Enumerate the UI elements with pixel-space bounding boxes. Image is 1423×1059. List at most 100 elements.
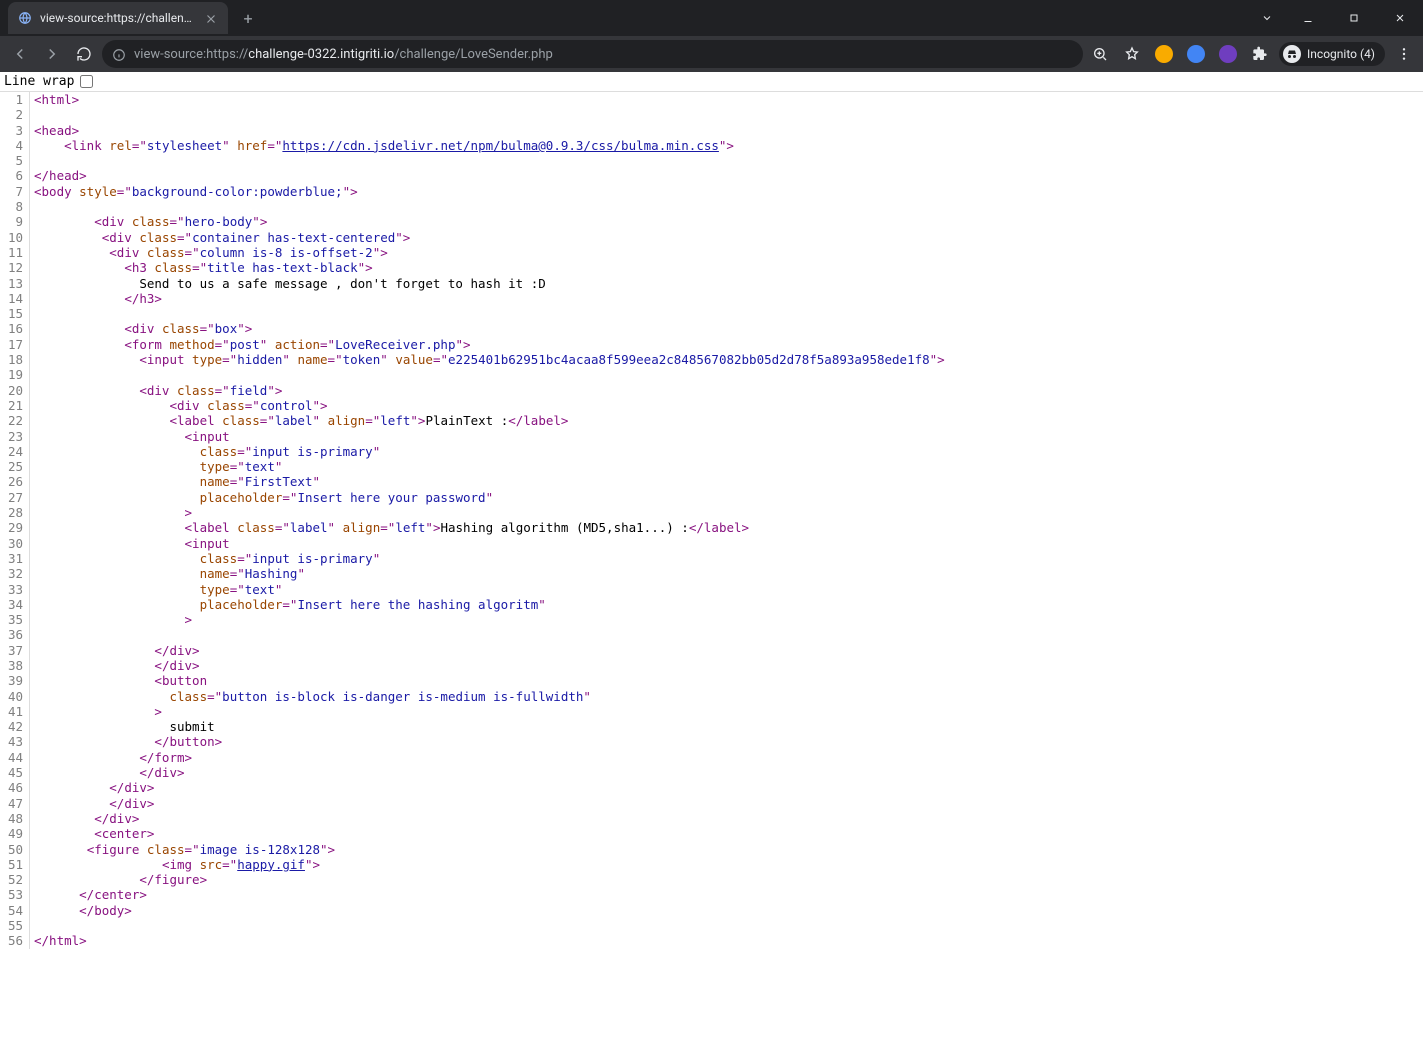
back-button[interactable]	[6, 40, 34, 68]
line-number: 2	[0, 107, 30, 122]
line-code[interactable]: </h3>	[30, 291, 1423, 306]
source-line: 23 <input	[0, 429, 1423, 444]
source-line: 15	[0, 306, 1423, 321]
maximize-button[interactable]	[1331, 0, 1377, 36]
line-code[interactable]: >	[30, 505, 1423, 520]
line-code[interactable]: >	[30, 704, 1423, 719]
menu-icon[interactable]	[1391, 41, 1417, 67]
zoom-icon[interactable]	[1087, 41, 1113, 67]
source-line: 11 <div class="column is-8 is-offset-2">	[0, 245, 1423, 260]
line-code[interactable]: <link rel="stylesheet" href="https://cdn…	[30, 138, 1423, 153]
line-number: 39	[0, 673, 30, 688]
source-line: 50 <figure class="image is-128x128">	[0, 842, 1423, 857]
browser-tab[interactable]: view-source:https://challenge-03	[8, 2, 228, 34]
line-code[interactable]: <label class="label" align="left">PlainT…	[30, 413, 1423, 428]
source-line: 20 <div class="field">	[0, 383, 1423, 398]
line-code[interactable]: <label class="label" align="left">Hashin…	[30, 520, 1423, 535]
line-code[interactable]: name="Hashing"	[30, 566, 1423, 581]
close-window-button[interactable]	[1377, 0, 1423, 36]
source-line: 34 placeholder="Insert here the hashing …	[0, 597, 1423, 612]
line-number: 30	[0, 536, 30, 551]
line-code[interactable]	[30, 107, 1423, 122]
line-number: 25	[0, 459, 30, 474]
line-code[interactable]: </div>	[30, 765, 1423, 780]
line-code[interactable]: submit	[30, 719, 1423, 734]
source-line: 42 submit	[0, 719, 1423, 734]
extension-cookie-icon[interactable]	[1151, 41, 1177, 67]
tab-close-icon[interactable]	[204, 11, 218, 25]
line-code[interactable]: class="input is-primary"	[30, 444, 1423, 459]
line-wrap-checkbox[interactable]	[80, 75, 93, 88]
extensions-puzzle-icon[interactable]	[1247, 41, 1273, 67]
line-code[interactable]: <button	[30, 673, 1423, 688]
line-code[interactable]: </center>	[30, 887, 1423, 902]
line-number: 38	[0, 658, 30, 673]
line-number: 1	[0, 92, 30, 107]
line-number: 16	[0, 321, 30, 336]
line-code[interactable]: >	[30, 612, 1423, 627]
toolbar: view-source:https://challenge-0322.intig…	[0, 36, 1423, 72]
line-code[interactable]: <input	[30, 536, 1423, 551]
line-code[interactable]: </html>	[30, 933, 1423, 948]
line-code[interactable]: </div>	[30, 796, 1423, 811]
line-code[interactable]: <form method="post" action="LoveReceiver…	[30, 337, 1423, 352]
line-code[interactable]: </figure>	[30, 872, 1423, 887]
address-bar[interactable]: view-source:https://challenge-0322.intig…	[102, 40, 1083, 68]
line-code[interactable]: </form>	[30, 750, 1423, 765]
line-code[interactable]: placeholder="Insert here the hashing alg…	[30, 597, 1423, 612]
line-code[interactable]: <div class="control">	[30, 398, 1423, 413]
line-code[interactable]	[30, 918, 1423, 933]
line-code[interactable]: Send to us a safe message , don't forget…	[30, 276, 1423, 291]
line-code[interactable]: placeholder="Insert here your password"	[30, 490, 1423, 505]
line-code[interactable]: </div>	[30, 780, 1423, 795]
new-tab-button[interactable]: +	[234, 4, 262, 32]
line-code[interactable]: <center>	[30, 826, 1423, 841]
source-line: 47 </div>	[0, 796, 1423, 811]
line-code[interactable]: <div class="container has-text-centered"…	[30, 230, 1423, 245]
bookmark-icon[interactable]	[1119, 41, 1145, 67]
line-code[interactable]: <div class="field">	[30, 383, 1423, 398]
line-code[interactable]	[30, 306, 1423, 321]
line-code[interactable]: </div>	[30, 811, 1423, 826]
toolbar-right: Incognito (4)	[1087, 41, 1417, 67]
line-code[interactable]: </body>	[30, 903, 1423, 918]
line-code[interactable]: <div class="box">	[30, 321, 1423, 336]
line-code[interactable]: <body style="background-color:powderblue…	[30, 184, 1423, 199]
line-code[interactable]: <div class="column is-8 is-offset-2">	[30, 245, 1423, 260]
line-code[interactable]: class="button is-block is-danger is-medi…	[30, 689, 1423, 704]
tab-search-button[interactable]	[1249, 0, 1285, 36]
line-code[interactable]: type="text"	[30, 582, 1423, 597]
source-line: 19	[0, 367, 1423, 382]
line-code[interactable]: <h3 class="title has-text-black">	[30, 260, 1423, 275]
line-code[interactable]: <input	[30, 429, 1423, 444]
line-number: 23	[0, 429, 30, 444]
line-code[interactable]: </button>	[30, 734, 1423, 749]
line-number: 11	[0, 245, 30, 260]
line-code[interactable]: <img src="happy.gif">	[30, 857, 1423, 872]
line-code[interactable]	[30, 367, 1423, 382]
extension-globe-icon[interactable]	[1183, 41, 1209, 67]
line-code[interactable]	[30, 199, 1423, 214]
extension-shield-icon[interactable]	[1215, 41, 1241, 67]
site-info-icon[interactable]	[112, 47, 126, 61]
line-code[interactable]: type="text"	[30, 459, 1423, 474]
line-code[interactable]: name="FirstText"	[30, 474, 1423, 489]
source-line: 22 <label class="label" align="left">Pla…	[0, 413, 1423, 428]
line-number: 47	[0, 796, 30, 811]
line-code[interactable]: </head>	[30, 168, 1423, 183]
line-code[interactable]: <head>	[30, 123, 1423, 138]
line-code[interactable]: </div>	[30, 658, 1423, 673]
line-code[interactable]: <input type="hidden" name="token" value=…	[30, 352, 1423, 367]
forward-button[interactable]	[38, 40, 66, 68]
minimize-button[interactable]	[1285, 0, 1331, 36]
line-number: 51	[0, 857, 30, 872]
line-code[interactable]: <html>	[30, 92, 1423, 107]
line-code[interactable]: <figure class="image is-128x128">	[30, 842, 1423, 857]
reload-button[interactable]	[70, 40, 98, 68]
line-code[interactable]: <div class="hero-body">	[30, 214, 1423, 229]
line-code[interactable]	[30, 627, 1423, 642]
line-code[interactable]: </div>	[30, 643, 1423, 658]
line-code[interactable]: class="input is-primary"	[30, 551, 1423, 566]
incognito-indicator[interactable]: Incognito (4)	[1279, 42, 1385, 66]
line-code[interactable]	[30, 153, 1423, 168]
